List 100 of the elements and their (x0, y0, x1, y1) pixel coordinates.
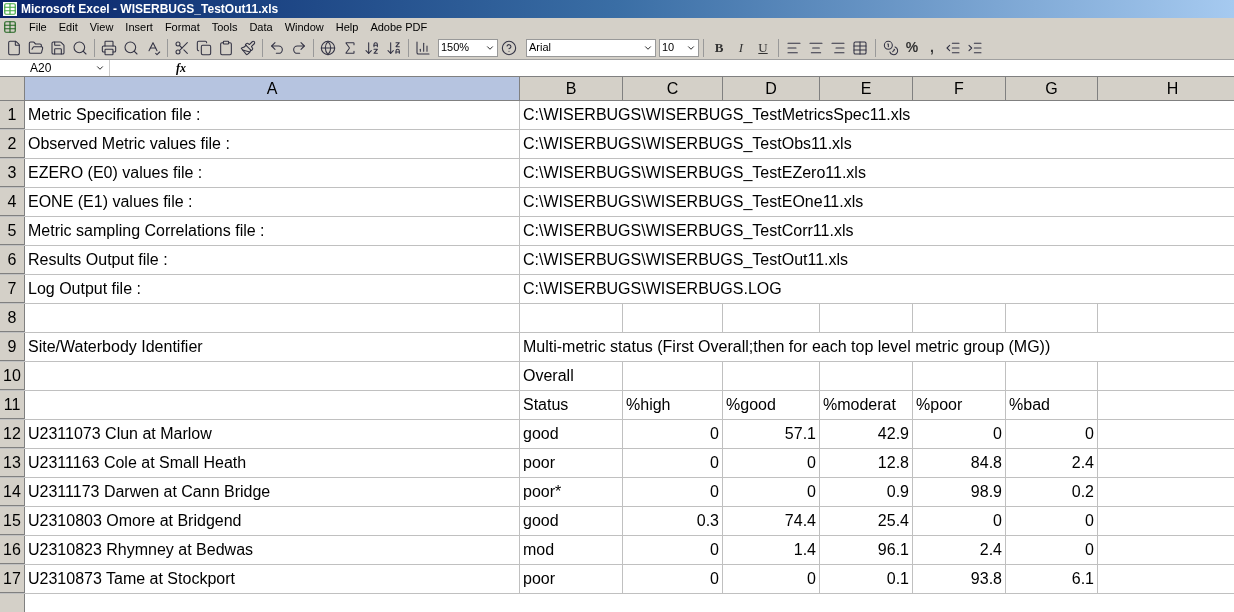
table-cell[interactable]: poor (520, 565, 623, 593)
table-cell[interactable]: 12.8 (820, 449, 913, 477)
table-cell[interactable]: %good (723, 391, 820, 419)
menu-item[interactable]: Adobe PDF (370, 18, 428, 36)
table-cell[interactable]: 0 (1006, 507, 1098, 535)
menu-item[interactable]: Format (164, 18, 200, 36)
table-cell[interactable]: Log Output file : (25, 275, 520, 303)
table-cell[interactable]: EONE (E1) values file : (25, 188, 520, 216)
save-icon[interactable] (50, 39, 66, 56)
font-size-dropdown[interactable]: 10 (659, 38, 699, 57)
table-cell[interactable]: Results Output file : (25, 246, 520, 274)
table-cell[interactable]: good (520, 420, 623, 448)
column-header[interactable]: C (623, 77, 723, 100)
column-header[interactable]: A (25, 77, 520, 100)
row-header[interactable]: 8 (0, 304, 25, 332)
table-cell[interactable]: U2311163 Cole at Small Heath (25, 449, 520, 477)
table-cell[interactable]: U2310873 Tame at Stockport (25, 565, 520, 593)
table-cell[interactable]: 0 (623, 565, 723, 593)
table-cell[interactable]: C:\WISERBUGS\WISERBUGS_TestOut11.xls (520, 246, 1234, 274)
row-header[interactable]: 1 (0, 101, 25, 129)
table-cell[interactable]: U2310823 Rhymney at Bedwas (25, 536, 520, 564)
row-header[interactable]: 11 (0, 391, 25, 419)
row-header[interactable]: 13 (0, 449, 25, 477)
table-cell[interactable]: 0 (723, 449, 820, 477)
undo-icon[interactable] (269, 39, 285, 56)
table-cell[interactable]: 0.1 (820, 565, 913, 593)
column-header[interactable]: G (1006, 77, 1098, 100)
table-cell[interactable]: 25.4 (820, 507, 913, 535)
row-header[interactable]: 12 (0, 420, 25, 448)
table-cell[interactable]: 0.3 (623, 507, 723, 535)
row-header[interactable]: 16 (0, 536, 25, 564)
menu-item[interactable]: Edit (58, 18, 78, 36)
table-cell[interactable]: C:\WISERBUGS\WISERBUGS.LOG (520, 275, 1234, 303)
table-cell[interactable]: 96.1 (820, 536, 913, 564)
table-cell[interactable]: %high (623, 391, 723, 419)
table-cell[interactable]: 57.1 (723, 420, 820, 448)
new-icon[interactable] (6, 39, 22, 56)
chart-icon[interactable] (415, 39, 431, 56)
currency-icon[interactable] (883, 39, 899, 56)
table-cell[interactable]: Metric sampling Correlations file : (25, 217, 520, 245)
table-cell[interactable]: 0 (623, 478, 723, 506)
sort-descending-icon[interactable] (386, 39, 402, 56)
table-cell[interactable]: 6.1 (1006, 565, 1098, 593)
row-header[interactable]: 4 (0, 188, 25, 216)
table-cell[interactable]: EZERO (E0) values file : (25, 159, 520, 187)
table-cell[interactable]: 0 (623, 536, 723, 564)
format-button[interactable]: , (922, 37, 942, 58)
table-cell[interactable]: 98.9 (913, 478, 1006, 506)
table-cell[interactable]: U2310803 Omore at Bridgend (25, 507, 520, 535)
function-label[interactable]: fx (176, 59, 186, 77)
menu-item[interactable]: View (89, 18, 114, 36)
table-cell[interactable]: mod (520, 536, 623, 564)
menu-item[interactable]: Insert (125, 18, 153, 36)
table-cell[interactable]: C:\WISERBUGS\WISERBUGS_TestCorr11.xls (520, 217, 1234, 245)
table-cell[interactable]: 0 (623, 420, 723, 448)
table-cell[interactable]: poor (520, 449, 623, 477)
zoom-dropdown[interactable]: 150% (438, 38, 498, 57)
brush-icon[interactable] (240, 39, 256, 56)
menu-item[interactable]: Data (249, 18, 273, 36)
menu-item[interactable]: Window (284, 18, 324, 36)
table-cell[interactable]: %bad (1006, 391, 1098, 419)
table-cell[interactable]: 74.4 (723, 507, 820, 535)
menu-item[interactable]: Help (335, 18, 359, 36)
table-cell[interactable]: Overall (520, 362, 623, 390)
table-cell[interactable]: 0.2 (1006, 478, 1098, 506)
format-button[interactable]: U (752, 37, 774, 58)
table-cell[interactable]: poor* (520, 478, 623, 506)
sum-icon[interactable] (342, 39, 358, 56)
menu-item[interactable]: File (29, 18, 47, 36)
print-icon[interactable] (101, 39, 117, 56)
help-icon[interactable] (501, 39, 517, 56)
table-cell[interactable]: Observed Metric values file : (25, 130, 520, 158)
paste-icon[interactable] (218, 39, 234, 56)
table-cell[interactable]: 0 (723, 478, 820, 506)
row-header[interactable]: 7 (0, 275, 25, 303)
row-header[interactable]: 17 (0, 565, 25, 593)
cut-icon[interactable] (174, 39, 190, 56)
table-cell[interactable]: 0 (623, 449, 723, 477)
table-cell[interactable]: 0 (1006, 420, 1098, 448)
table-cell[interactable]: 0 (913, 507, 1006, 535)
table-cell[interactable]: Status (520, 391, 623, 419)
format-button[interactable]: B (708, 37, 730, 58)
row-header[interactable]: 14 (0, 478, 25, 506)
table-cell[interactable]: 0.9 (820, 478, 913, 506)
table-cell[interactable]: C:\WISERBUGS\WISERBUGS_TestEZero11.xls (520, 159, 1234, 187)
row-header[interactable]: 2 (0, 130, 25, 158)
column-header[interactable]: D (723, 77, 820, 100)
table-cell[interactable]: 0 (913, 420, 1006, 448)
table-cell[interactable]: 42.9 (820, 420, 913, 448)
column-header[interactable]: B (520, 77, 623, 100)
font-dropdown[interactable]: Arial (526, 38, 656, 57)
table-cell[interactable]: Multi-metric status (First Overall;then for each top level metric group (MG)) (520, 333, 1234, 361)
redo-icon[interactable] (291, 39, 307, 56)
column-header[interactable]: E (820, 77, 913, 100)
table-cell[interactable]: 84.8 (913, 449, 1006, 477)
table-cell[interactable]: C:\WISERBUGS\WISERBUGS_TestEOne11.xls (520, 188, 1234, 216)
table-cell[interactable]: 0 (723, 565, 820, 593)
table-cell[interactable]: %moderat (820, 391, 913, 419)
table-cell[interactable]: 93.8 (913, 565, 1006, 593)
format-button[interactable]: I (730, 37, 752, 58)
